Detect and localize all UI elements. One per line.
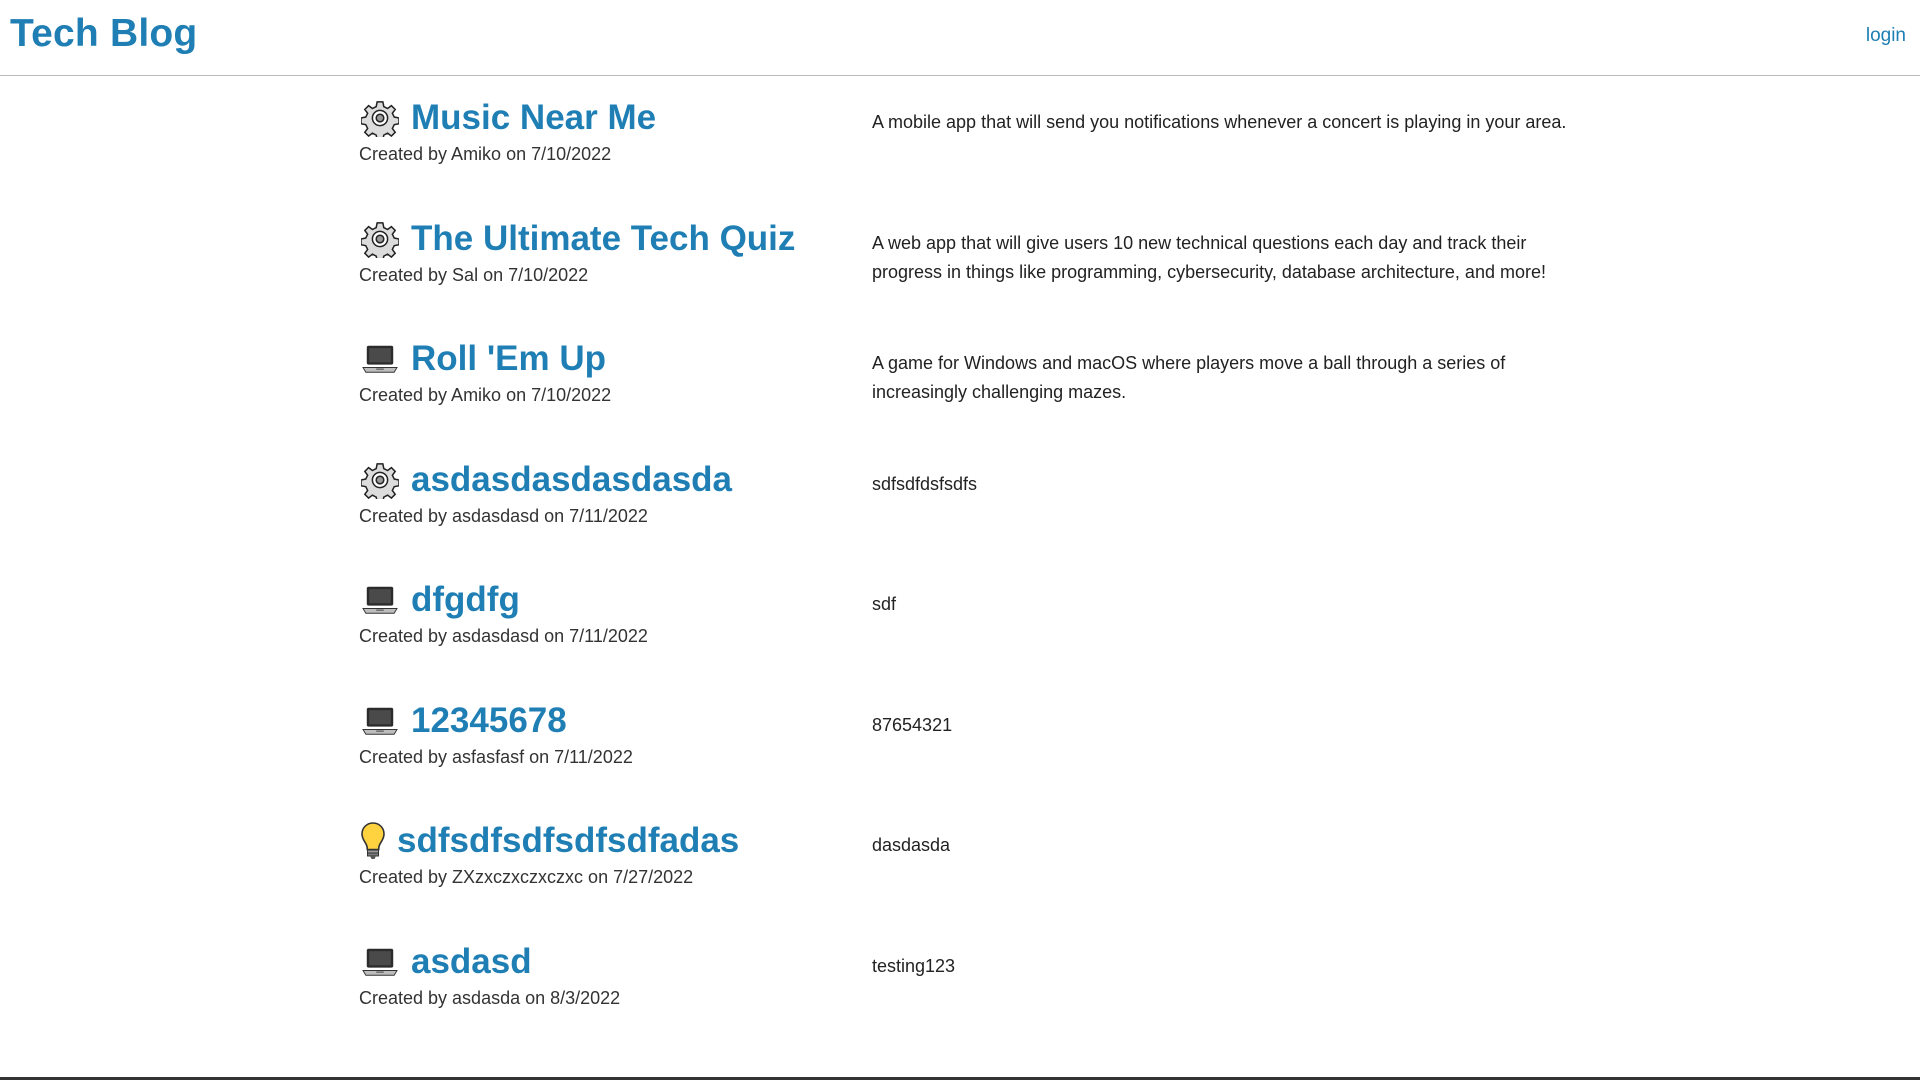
- lightbulb-icon: [359, 820, 387, 862]
- laptop-icon: [359, 338, 401, 380]
- post-title-link[interactable]: 12345678: [411, 701, 567, 741]
- post-byline: Created by Amiko on 7/10/2022: [359, 385, 612, 405]
- post-byline: Created by asfasfasf on 7/11/2022: [359, 746, 633, 767]
- laptop-icon: [359, 579, 401, 621]
- post-description: A mobile app that will send you notifica…: [872, 112, 1567, 132]
- site-header: Tech Blog login: [0, 0, 1920, 76]
- post-byline: Created by Sal on 7/10/2022: [359, 264, 589, 285]
- login-link[interactable]: login: [1866, 25, 1906, 47]
- gear-icon: [359, 97, 401, 139]
- post-item: dfgdfg Created by asdasdasd on 7/11/2022…: [359, 576, 1559, 697]
- gear-icon: [359, 218, 401, 260]
- post-list: Music Near Me Created by Amiko on 7/10/2…: [359, 94, 1566, 1059]
- gear-icon: [359, 459, 401, 501]
- post-item: asdasd Created by asdasda on 8/3/2022 te…: [359, 938, 1559, 1059]
- post-description: testing123: [872, 955, 956, 976]
- laptop-icon: [359, 700, 401, 742]
- laptop-icon: [359, 941, 401, 983]
- site-title-link[interactable]: Tech Blog: [10, 12, 197, 56]
- post-item: sdfsdfsdfsdfsdfadas Created by ZXzxczxcz…: [359, 817, 1559, 938]
- post-title-link[interactable]: The Ultimate Tech Quiz: [411, 219, 795, 259]
- post-byline: Created by asdasda on 8/3/2022: [359, 987, 621, 1008]
- post-title-link[interactable]: Music Near Me: [411, 98, 656, 138]
- post-item: asdasdasdasdasda Created by asdasdasd on…: [359, 456, 1559, 577]
- post-title-link[interactable]: asdasd: [411, 942, 532, 982]
- post-byline: Created by Amiko on 7/10/2022: [359, 144, 612, 164]
- post-description: 87654321: [872, 714, 953, 735]
- post-description: A web app that will give users 10 new te…: [872, 232, 1546, 282]
- post-byline: Created by ZXzxczxczxczxc on 7/27/2022: [359, 867, 694, 887]
- post-title-link[interactable]: dfgdfg: [411, 580, 520, 620]
- post-description: sdf: [872, 594, 897, 614]
- post-title-link[interactable]: Roll 'Em Up: [411, 339, 606, 379]
- post-item: Music Near Me Created by Amiko on 7/10/2…: [359, 94, 1566, 215]
- post-item: 12345678 Created by asfasfasf on 7/11/20…: [359, 697, 1559, 818]
- post-title-link[interactable]: asdasdasdasdasda: [411, 460, 732, 500]
- post-description: sdfsdfdsfsdfs: [872, 473, 978, 494]
- post-description: A game for Windows and macOS where playe…: [872, 353, 1506, 402]
- post-description: dasdasda: [872, 835, 951, 855]
- post-byline: Created by asdasdasd on 7/11/2022: [359, 505, 648, 526]
- post-byline: Created by asdasdasd on 7/11/2022: [359, 626, 648, 646]
- post-title-link[interactable]: sdfsdfsdfsdfsdfadas: [397, 821, 739, 861]
- post-item: The Ultimate Tech Quiz Created by Sal on…: [359, 215, 1559, 336]
- post-item: Roll 'Em Up Created by Amiko on 7/10/202…: [359, 335, 1559, 456]
